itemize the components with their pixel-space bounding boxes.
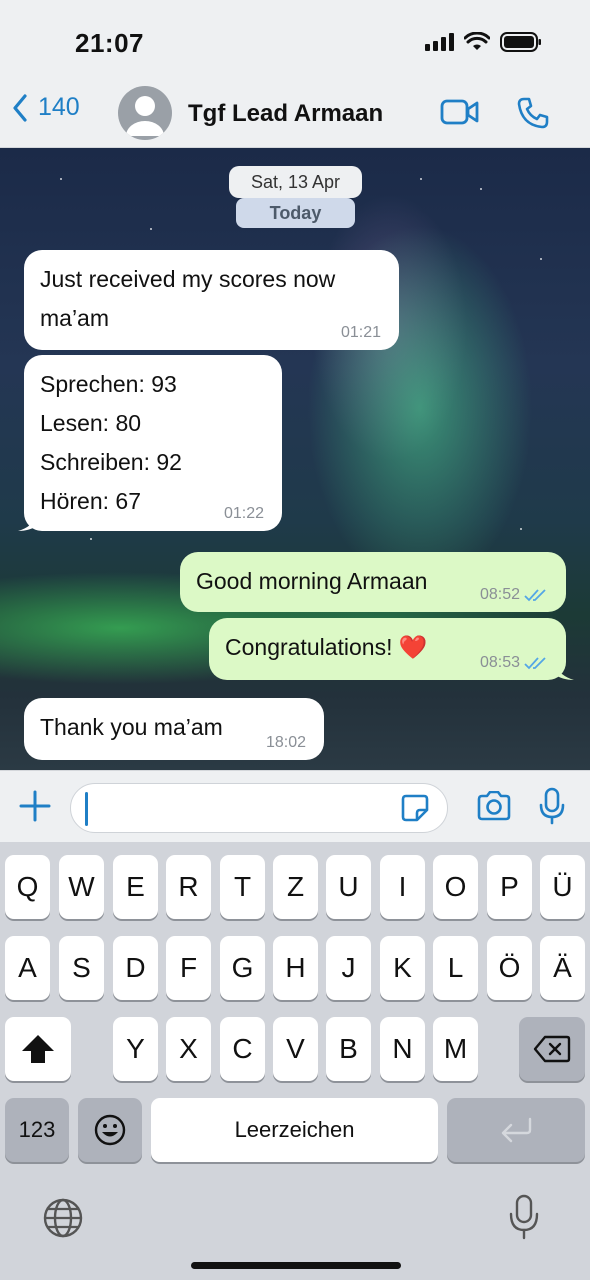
globe-button[interactable] bbox=[42, 1197, 84, 1244]
dictation-icon bbox=[509, 1194, 539, 1240]
chat-area[interactable]: Sat, 13 Apr Today Just received my score… bbox=[0, 148, 590, 770]
bubble-tail bbox=[554, 664, 574, 680]
camera-button[interactable] bbox=[476, 790, 512, 826]
key-z[interactable]: Z bbox=[273, 855, 318, 919]
key-i[interactable]: I bbox=[380, 855, 425, 919]
key-g[interactable]: G bbox=[220, 936, 265, 1000]
key-h[interactable]: H bbox=[273, 936, 318, 1000]
key-n[interactable]: N bbox=[380, 1017, 425, 1081]
key-e[interactable]: E bbox=[113, 855, 158, 919]
message-bubble-incoming[interactable]: Thank you ma’am 18:02 bbox=[24, 698, 324, 760]
emoji-key[interactable] bbox=[78, 1098, 142, 1162]
camera-icon bbox=[477, 790, 511, 821]
message-bubble-outgoing[interactable]: Congratulations! ❤️ 08:53 bbox=[209, 618, 574, 680]
message-text: Sprechen: 93 bbox=[40, 371, 177, 397]
chevron-left-icon bbox=[13, 93, 27, 122]
microphone-icon bbox=[539, 787, 565, 825]
sticker-icon bbox=[401, 794, 429, 822]
key-o[interactable]: O bbox=[433, 855, 478, 919]
attach-button[interactable] bbox=[18, 789, 52, 828]
key-r[interactable]: R bbox=[166, 855, 211, 919]
key-d[interactable]: D bbox=[113, 936, 158, 1000]
voice-message-button[interactable] bbox=[538, 787, 566, 830]
message-meta: 08:53 bbox=[480, 654, 548, 672]
home-indicator bbox=[191, 1262, 401, 1269]
date-pill: Sat, 13 Apr bbox=[229, 166, 362, 198]
phone-icon bbox=[517, 97, 549, 129]
emoji-icon bbox=[94, 1114, 126, 1146]
status-icons bbox=[425, 32, 542, 52]
plus-icon bbox=[19, 790, 51, 822]
signal-icon bbox=[425, 33, 454, 51]
avatar-icon[interactable] bbox=[118, 86, 172, 140]
key-f[interactable]: F bbox=[166, 936, 211, 1000]
key-l[interactable]: L bbox=[433, 936, 478, 1000]
read-ticks-icon bbox=[524, 657, 546, 670]
voice-call-button[interactable] bbox=[516, 96, 550, 135]
wifi-icon bbox=[464, 32, 490, 50]
key-q[interactable]: Q bbox=[5, 855, 50, 919]
keyboard: Q W E R T Z U I O P Ü A S D F G H J K L … bbox=[0, 842, 590, 1280]
key-t[interactable]: T bbox=[220, 855, 265, 919]
shift-key[interactable] bbox=[5, 1017, 71, 1081]
message-bubble-incoming[interactable]: Just received my scores now ma’am 01:21 bbox=[24, 250, 399, 350]
backspace-key[interactable] bbox=[519, 1017, 585, 1081]
return-key[interactable] bbox=[447, 1098, 585, 1162]
key-a[interactable]: A bbox=[5, 936, 50, 1000]
battery-icon bbox=[500, 32, 541, 52]
key-k[interactable]: K bbox=[380, 936, 425, 1000]
globe-icon bbox=[43, 1198, 83, 1238]
message-input-bar bbox=[0, 770, 590, 842]
message-meta: 08:52 bbox=[480, 586, 548, 604]
key-s[interactable]: S bbox=[59, 936, 104, 1000]
key-u[interactable]: U bbox=[326, 855, 371, 919]
message-input[interactable] bbox=[70, 783, 448, 833]
text-caret bbox=[85, 792, 88, 826]
key-b[interactable]: B bbox=[326, 1017, 371, 1081]
shift-icon bbox=[22, 1035, 54, 1063]
message-time: 01:22 bbox=[223, 505, 264, 522]
key-m[interactable]: M bbox=[433, 1017, 478, 1081]
message-text: Schreiben: 92 bbox=[40, 449, 182, 475]
message-bubble-incoming[interactable]: Sprechen: 93 Lesen: 80 Schreiben: 92 Hör… bbox=[18, 355, 282, 531]
message-text: Just received my scores now bbox=[40, 266, 336, 292]
key-w[interactable]: W bbox=[59, 855, 104, 919]
back-button[interactable]: 140 bbox=[12, 93, 80, 122]
message-time: 08:52 bbox=[479, 586, 520, 603]
read-ticks-icon bbox=[524, 589, 546, 602]
dictation-button[interactable] bbox=[508, 1194, 540, 1245]
today-pill: Today bbox=[236, 198, 355, 228]
key-p[interactable]: P bbox=[487, 855, 532, 919]
key-oe[interactable]: Ö bbox=[487, 936, 532, 1000]
space-key[interactable]: Leerzeichen bbox=[151, 1098, 438, 1162]
back-count: 140 bbox=[38, 93, 80, 121]
message-text: ma’am bbox=[40, 305, 110, 331]
bubble-tail bbox=[18, 515, 38, 531]
chat-header: 21:07 140 Tgf Lead Armaan bbox=[0, 0, 590, 148]
backspace-icon bbox=[533, 1035, 571, 1063]
message-text: Lesen: 80 bbox=[40, 410, 142, 436]
key-y[interactable]: Y bbox=[113, 1017, 158, 1081]
key-ue[interactable]: Ü bbox=[540, 855, 585, 919]
status-time: 21:07 bbox=[75, 28, 144, 58]
message-bubble-outgoing[interactable]: Good morning Armaan 08:52 bbox=[180, 552, 566, 612]
key-ae[interactable]: Ä bbox=[540, 936, 585, 1000]
numbers-key[interactable]: 123 bbox=[5, 1098, 69, 1162]
video-call-icon bbox=[440, 99, 479, 125]
message-time: 01:21 bbox=[340, 324, 381, 341]
message-time: 08:53 bbox=[479, 654, 520, 671]
key-x[interactable]: X bbox=[166, 1017, 211, 1081]
message-time: 18:02 bbox=[265, 734, 306, 751]
video-call-button[interactable] bbox=[440, 98, 480, 131]
contact-name[interactable]: Tgf Lead Armaan bbox=[188, 100, 383, 128]
key-c[interactable]: C bbox=[220, 1017, 265, 1081]
key-v[interactable]: V bbox=[273, 1017, 318, 1081]
key-j[interactable]: J bbox=[326, 936, 371, 1000]
return-icon bbox=[501, 1117, 532, 1143]
